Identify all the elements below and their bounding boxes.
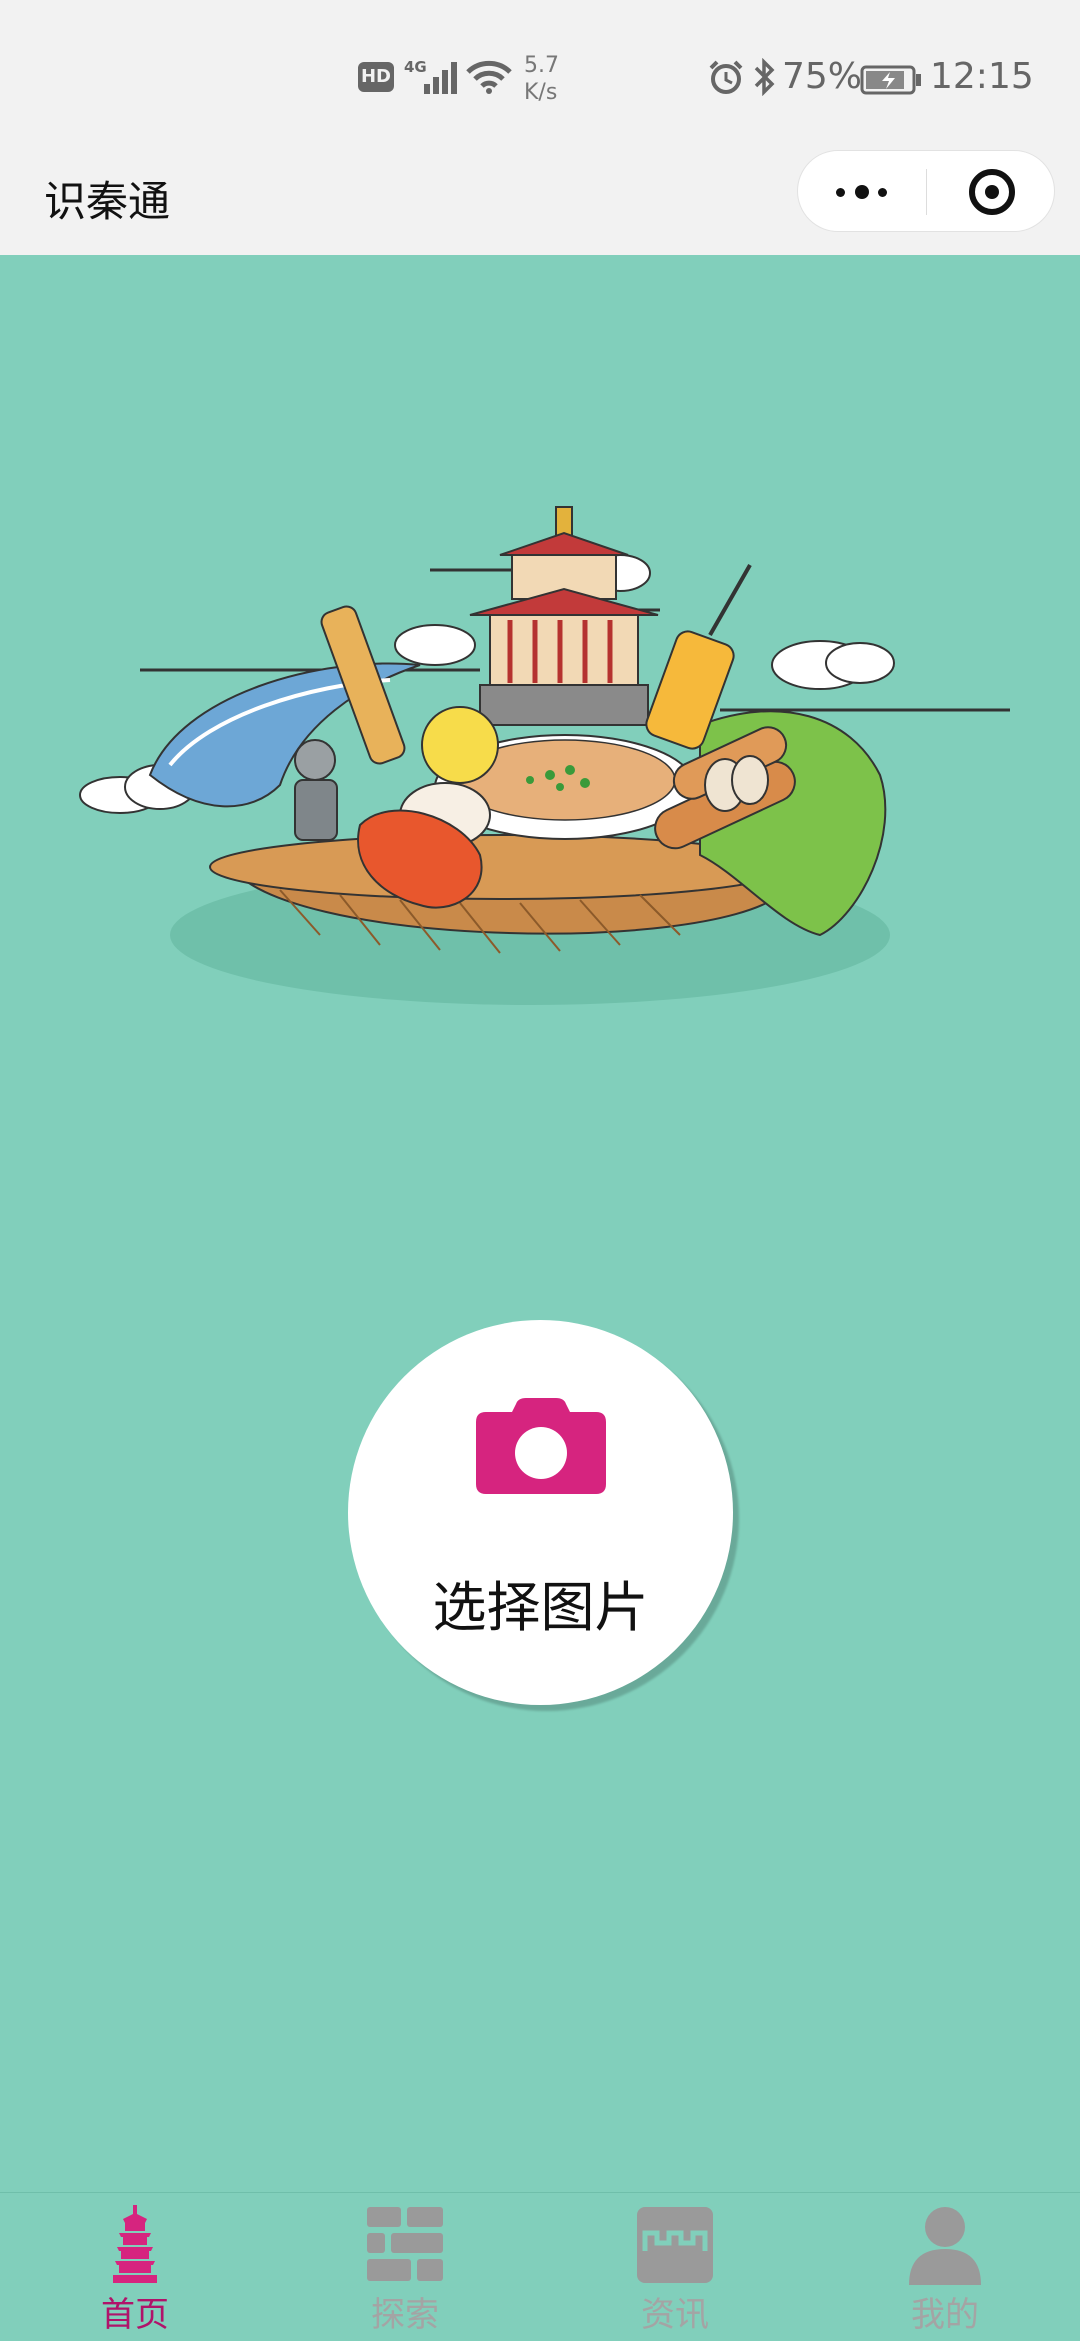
close-mini-program-button[interactable] [927,151,1055,233]
speed-value: 5.7 [524,53,559,78]
speed-unit: K/s [524,80,558,105]
page-title: 识秦通 [44,177,171,226]
tab-profile-label: 我的 [911,2295,979,2335]
main-content: 选择图片 [0,255,1080,2192]
alarm-icon [709,60,743,94]
select-image-label: 选择图片 [432,1576,649,1639]
status-bar: HD 4G 5.7 K/s 75% 12:15 [0,0,1080,150]
target-icon [969,169,1015,215]
more-dot-icon [836,188,845,197]
more-dot-icon [855,185,869,199]
more-options-button[interactable] [798,151,926,233]
news-icon [637,2207,713,2283]
tab-news-label: 资讯 [641,2295,709,2335]
battery-percent: 75% [782,56,863,97]
tab-news[interactable]: 资讯 [540,2193,810,2341]
network-speed: 5.7 K/s [524,52,559,106]
tab-explore[interactable]: 探索 [270,2193,540,2341]
tab-profile[interactable]: 我的 [810,2193,1080,2341]
camera-icon [476,1398,606,1494]
select-image-button[interactable]: 选择图片 [348,1320,733,1705]
nav-bar: 识秦通 [0,150,1080,255]
pagoda-icon [113,2205,157,2283]
person-icon [909,2207,981,2285]
tab-home[interactable]: 首页 [0,2193,270,2341]
wifi-icon [466,60,512,94]
hd-badge: HD [358,62,394,92]
battery-charging-icon [860,65,921,95]
signal-icon [424,62,457,94]
bluetooth-icon [754,58,775,96]
grid-icon [367,2207,443,2281]
mini-program-capsule [797,150,1055,232]
tab-home-label: 首页 [101,2295,169,2335]
clock: 12:15 [930,56,1034,97]
xian-food-illustration [79,506,1010,1005]
tab-bar: 首页 探索 资讯 我的 [0,2192,1080,2340]
tab-explore-label: 探索 [371,2295,439,2335]
more-dot-icon [878,188,887,197]
